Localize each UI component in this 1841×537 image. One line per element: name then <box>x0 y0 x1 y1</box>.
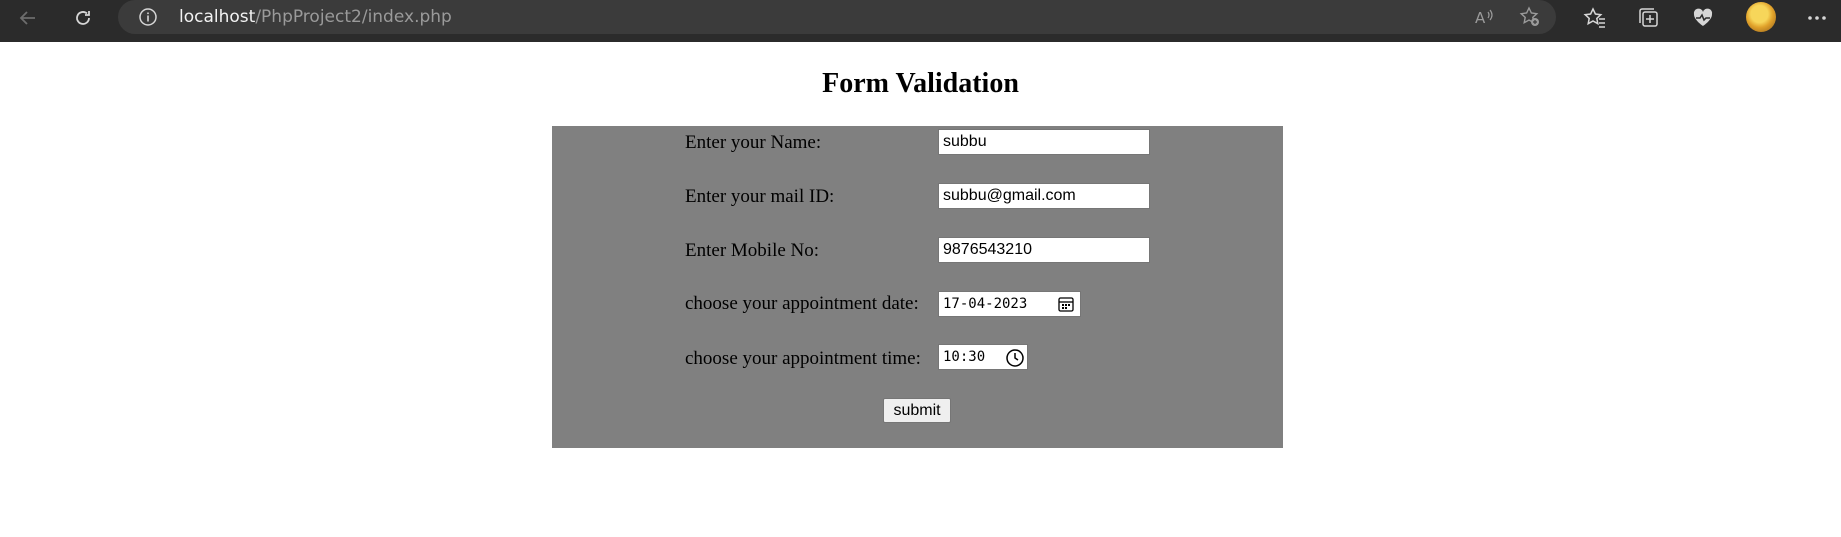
date-input[interactable]: 17-04-2023 <box>938 291 1081 317</box>
profile-avatar[interactable] <box>1746 2 1776 32</box>
favorites-icon[interactable] <box>1575 0 1615 36</box>
browser-toolbar: localhost/PhpProject2/index.php A <box>0 0 1841 42</box>
mobile-label: Enter Mobile No: <box>685 240 820 261</box>
page-title: Form Validation <box>822 68 1019 99</box>
form-panel: Enter your Name: subbu Enter your mail I… <box>552 126 1283 448</box>
submit-button[interactable]: submit <box>883 398 951 423</box>
refresh-icon[interactable] <box>63 0 103 36</box>
url-host: localhost <box>179 7 256 27</box>
date-label: choose your appointment date: <box>685 293 919 314</box>
name-label: Enter your Name: <box>685 132 822 153</box>
url-path: /PhpProject2/index.php <box>255 7 452 27</box>
time-input[interactable]: 10:30 <box>938 344 1028 370</box>
back-icon[interactable] <box>8 0 48 36</box>
site-info-icon[interactable] <box>138 7 158 27</box>
time-value: 10:30 <box>943 349 986 365</box>
email-label: Enter your mail ID: <box>685 186 835 207</box>
read-aloud-icon[interactable]: A <box>1472 5 1496 29</box>
svg-text:A: A <box>1475 9 1486 27</box>
date-value: 17-04-2023 <box>943 296 1028 312</box>
time-label: choose your appointment time: <box>685 348 921 369</box>
mobile-input[interactable]: 9876543210 <box>938 237 1150 263</box>
collections-icon[interactable] <box>1629 0 1669 36</box>
address-bar[interactable]: localhost/PhpProject2/index.php A <box>118 0 1556 34</box>
email-input[interactable]: subbu@gmail.com <box>938 183 1150 209</box>
name-input[interactable]: subbu <box>938 129 1150 155</box>
health-icon[interactable] <box>1683 0 1723 36</box>
url-text[interactable]: localhost/PhpProject2/index.php <box>179 6 452 28</box>
calendar-icon[interactable] <box>1057 295 1077 315</box>
more-icon[interactable] <box>1797 0 1837 36</box>
add-favorite-icon[interactable] <box>1518 5 1542 29</box>
clock-icon[interactable] <box>1005 348 1025 368</box>
